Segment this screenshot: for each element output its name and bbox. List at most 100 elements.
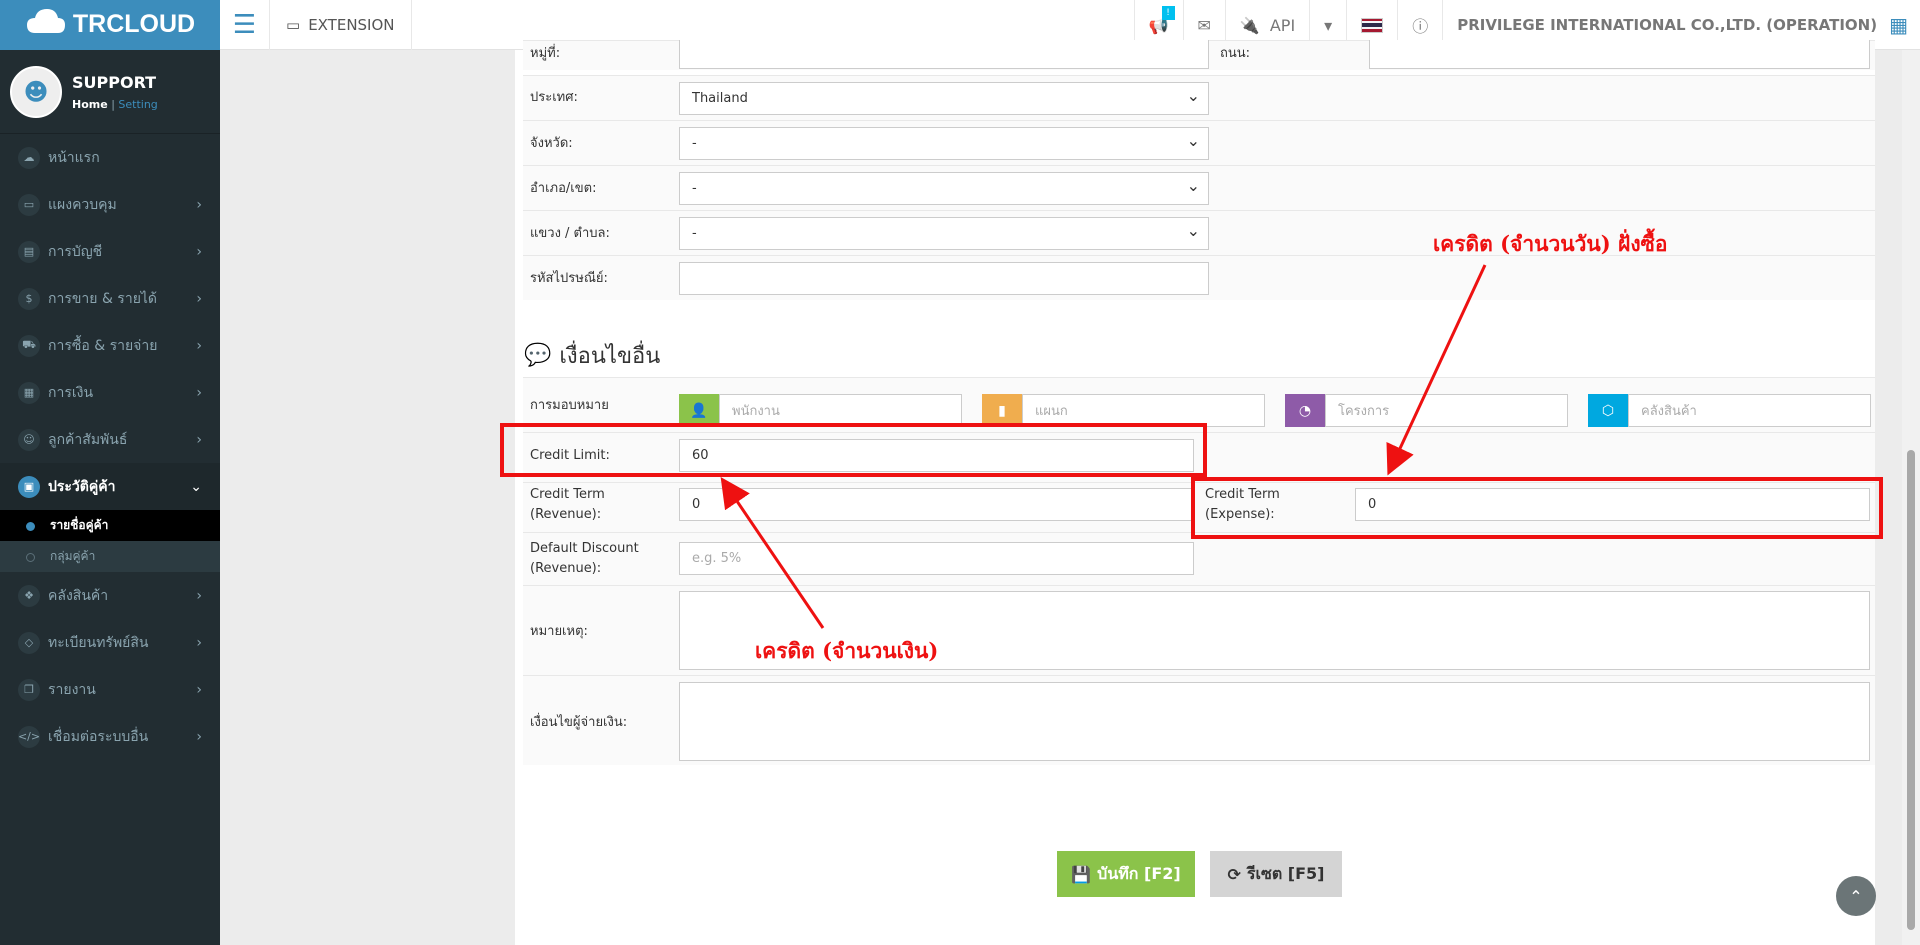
plug-icon: 🔌	[1239, 15, 1260, 35]
warehouse-input[interactable]: คลังสินค้า	[1628, 394, 1871, 427]
scroll-top-button[interactable]: ⌃	[1836, 876, 1876, 916]
moo-input[interactable]	[679, 40, 1209, 69]
cloud-icon	[25, 7, 67, 42]
brand-name: TRCLOUD	[72, 10, 196, 38]
copy-icon: ❐	[18, 678, 40, 701]
payer-textarea[interactable]	[679, 682, 1870, 761]
partners-submenu: รายชื่อคู่ค้า กลุ่มคู่ค้า	[0, 510, 220, 572]
subdistrict-select[interactable]: -	[679, 217, 1209, 250]
scrollbar-thumb[interactable]	[1907, 450, 1915, 930]
sidebar-item-label: รายงาน	[48, 681, 96, 698]
sidebar-item-label: หน้าแรก	[48, 149, 100, 166]
menu-toggle-icon[interactable]: ☰	[220, 0, 270, 50]
default-discount-input[interactable]: e.g. 5%	[679, 542, 1194, 575]
sidebar-item-label: ทะเบียนทรัพย์สิน	[48, 634, 149, 651]
notification-badge: !	[1161, 6, 1175, 20]
reset-label: รีเซต [F5]	[1246, 863, 1325, 883]
book-icon: ▤	[18, 240, 40, 263]
chevron-right-icon: ›	[196, 290, 202, 307]
sub-item-partner-list[interactable]: รายชื่อคู่ค้า	[0, 510, 220, 541]
annotation-text-credit-money: เครดิต (จำนวนเงิน)	[755, 638, 939, 663]
sidebar-item-partners[interactable]: ▣ ประวัติคู่ค้า ⌄	[0, 463, 220, 510]
district-label: อำเภอ/เขต:	[530, 181, 597, 196]
default-discount-placeholder: e.g. 5%	[692, 551, 742, 566]
remark-label: หมายเหตุ:	[530, 624, 588, 639]
cart-icon: ⛟	[18, 334, 40, 357]
credit-term-rev-value: 0	[692, 497, 701, 512]
api-label: API	[1269, 15, 1296, 35]
company-name: PRIVILEGE INTERNATIONAL CO.,LTD. (OPERAT…	[1457, 16, 1878, 34]
extension-button[interactable]: ▭ EXTENSION	[270, 0, 412, 50]
cloud-icon: ☁	[18, 146, 40, 169]
payer-label: เงื่อนไขผู้จ่ายเงิน:	[530, 715, 628, 730]
chevron-right-icon: ›	[196, 634, 202, 651]
sidebar-item-label: คลังสินค้า	[48, 587, 109, 604]
country-select[interactable]: Thailand	[679, 82, 1209, 115]
road-label: ถนน:	[1220, 46, 1251, 61]
sidebar-item-label: การซื้อ & รายจ่าย	[48, 337, 158, 354]
sidebar-item-sales[interactable]: $ การขาย & รายได้ ›	[0, 275, 220, 322]
dollar-icon: $	[18, 287, 40, 310]
credit-term-rev-input[interactable]: 0	[679, 488, 1194, 521]
save-button[interactable]: 💾 บันทึก [F2]	[1057, 851, 1195, 897]
cubes-icon: ❖	[18, 584, 40, 607]
sidebar-item-label: ประวัติคู่ค้า	[48, 478, 116, 495]
scrollbar[interactable]	[1902, 50, 1920, 945]
postal-input[interactable]	[679, 262, 1209, 295]
comment-icon: 💬	[524, 343, 552, 368]
chevron-right-icon: ›	[196, 431, 202, 448]
sidebar-item-home[interactable]: ☁ หน้าแรก	[0, 134, 220, 181]
province-select[interactable]: -	[679, 127, 1209, 160]
chevron-right-icon: ›	[196, 384, 202, 401]
cube-icon: ⬡	[1588, 394, 1628, 427]
chevron-right-icon: ›	[196, 681, 202, 698]
chevron-right-icon: ›	[196, 728, 202, 745]
sidebar-item-inventory[interactable]: ❖ คลังสินค้า ›	[0, 572, 220, 619]
subdistrict-label: แขวง / ตำบล:	[530, 226, 610, 241]
refresh-icon: ⟳	[1227, 864, 1241, 884]
extension-label: EXTENSION	[308, 15, 395, 34]
district-select[interactable]: -	[679, 172, 1209, 205]
sidebar-item-label: เชื่อมต่อระบบอื่น	[48, 728, 149, 745]
department-placeholder: แผนก	[1035, 404, 1068, 419]
country-label: ประเทศ:	[530, 90, 578, 105]
calendar-icon: ▦	[18, 381, 40, 404]
home-link[interactable]: Home	[72, 98, 108, 111]
province-value: -	[692, 136, 697, 151]
annotation-box-credit-limit	[500, 423, 1207, 477]
sidebar-item-purchase[interactable]: ⛟ การซื้อ & รายจ่าย ›	[0, 322, 220, 369]
sidebar-item-accounting[interactable]: ▤ การบัญชี ›	[0, 228, 220, 275]
sidebar: ☻ SUPPORT Home | Setting ☁ หน้าแรก ▭ แผงคว…	[0, 50, 220, 945]
sidebar-item-assets[interactable]: ◇ ทะเบียนทรัพย์สิน ›	[0, 619, 220, 666]
reset-button[interactable]: ⟳ รีเซต [F5]	[1210, 851, 1342, 897]
pie-chart-icon: ◔	[1285, 394, 1325, 427]
avatar[interactable]: ☻	[10, 65, 62, 118]
code-icon: </>	[18, 725, 40, 748]
setting-link[interactable]: Setting	[118, 98, 157, 111]
road-input[interactable]	[1369, 40, 1870, 69]
project-input[interactable]: โครงการ	[1325, 394, 1568, 427]
sidebar-item-finance[interactable]: ▦ การเงิน ›	[0, 369, 220, 416]
sidebar-item-dashboard[interactable]: ▭ แผงควบคุม ›	[0, 181, 220, 228]
chevron-right-icon: ›	[196, 243, 202, 260]
sidebar-item-label: ลูกค้าสัมพันธ์	[48, 431, 128, 448]
sub-item-partner-group[interactable]: กลุ่มคู่ค้า	[0, 541, 220, 572]
thai-flag-icon	[1361, 17, 1384, 33]
diamond-icon: ◇	[18, 631, 40, 654]
chevron-right-icon: ›	[196, 587, 202, 604]
subdistrict-value: -	[692, 226, 697, 241]
sidebar-item-reports[interactable]: ❐ รายงาน ›	[0, 666, 220, 713]
assign-label: การมอบหมาย	[530, 398, 609, 413]
warehouse-placeholder: คลังสินค้า	[1641, 404, 1697, 419]
users-icon: ☺	[18, 428, 40, 451]
sidebar-item-label: การเงิน	[48, 384, 94, 401]
chevron-right-icon: ›	[196, 196, 202, 213]
sidebar-item-label: การบัญชี	[48, 243, 103, 260]
brand-logo[interactable]: TRCLOUD	[0, 0, 220, 50]
sidebar-item-label: การขาย & รายได้	[48, 290, 158, 307]
sidebar-item-crm[interactable]: ☺ ลูกค้าสัมพันธ์ ›	[0, 416, 220, 463]
section-title-text: เงื่อนไขอื่น	[559, 344, 661, 369]
sidebar-item-label: แผงควบคุม	[48, 196, 117, 213]
annotation-box-credit-term-expense	[1191, 477, 1883, 539]
sidebar-item-integrations[interactable]: </> เชื่อมต่อระบบอื่น ›	[0, 713, 220, 760]
